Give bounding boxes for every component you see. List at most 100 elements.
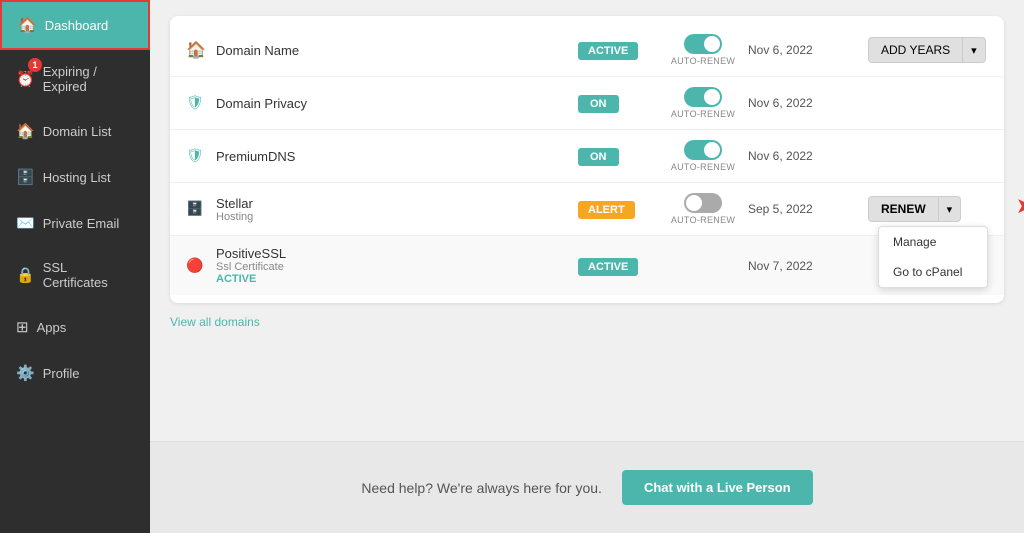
ssl-status-text: ACTIVE <box>216 273 578 285</box>
privacy-name-label: Domain Privacy <box>216 96 307 111</box>
domain-date-col: Nov 6, 2022 <box>748 43 868 57</box>
sidebar-label-profile: Profile <box>43 366 80 381</box>
shield-icon: 🛡 <box>186 94 204 110</box>
ssl-icon: 🔒 <box>16 266 35 284</box>
dashboard-icon: 🏠 <box>18 16 37 34</box>
renew-split-button: RENEW ▾ <box>868 196 961 222</box>
stellar-icon-col: 🗄️ <box>186 200 216 218</box>
view-all-link[interactable]: View all domains <box>170 315 1004 329</box>
sidebar-label-dashboard: Dashboard <box>45 18 109 33</box>
sidebar-item-private-email[interactable]: ✉️ Private Email <box>0 200 150 246</box>
renew-button[interactable]: RENEW <box>868 196 939 222</box>
sidebar-label-hosting-list: Hosting List <box>43 170 111 185</box>
toggle-wrap: AUTO-RENEW <box>671 87 735 119</box>
sidebar-label-private-email: Private Email <box>43 216 120 231</box>
domain-icon-col: 🏠 <box>186 40 216 60</box>
ssl-date: Nov 7, 2022 <box>748 259 813 273</box>
status-badge: ACTIVE <box>578 258 638 276</box>
dns-status-col: ON <box>578 147 658 165</box>
status-badge: ON <box>578 148 619 166</box>
privacy-auto-renew-label: AUTO-RENEW <box>671 109 735 119</box>
table-row: 🗄️ Stellar Hosting ALERT AUTO-RENEW Sep <box>170 183 1004 236</box>
add-years-button[interactable]: ADD YEARS <box>868 37 963 63</box>
privacy-toggle-col: AUTO-RENEW <box>658 87 748 119</box>
hosting-list-icon: 🗄️ <box>16 168 35 186</box>
status-badge: ACTIVE <box>578 42 638 60</box>
dropdown-manage[interactable]: Manage <box>879 227 987 257</box>
table-row: 🏠 Domain Name ACTIVE AUTO-RENEW Nov 6, 2… <box>170 24 1004 77</box>
stellar-date: Sep 5, 2022 <box>748 202 813 216</box>
dns-toggle-col: AUTO-RENEW <box>658 140 748 172</box>
ssl-status-col: ACTIVE <box>578 257 658 275</box>
dns-name-col: PremiumDNS <box>216 149 578 164</box>
add-years-dropdown-button[interactable]: ▾ <box>963 37 986 63</box>
private-email-icon: ✉️ <box>16 214 35 232</box>
profile-icon: ⚙️ <box>16 364 35 382</box>
toggle-wrap: AUTO-RENEW <box>671 193 735 225</box>
sidebar-label-expiring: Expiring / Expired <box>43 64 134 94</box>
status-badge: ON <box>578 95 619 113</box>
auto-renew-toggle[interactable] <box>684 34 722 54</box>
server-icon: 🗄️ <box>186 200 203 216</box>
sidebar-item-ssl-certificates[interactable]: 🔒 SSL Certificates <box>0 246 150 304</box>
ssl-sub-label: Ssl Certificate <box>216 261 578 273</box>
sidebar-item-expiring[interactable]: ⏰ Expiring / Expired 1 <box>0 50 150 108</box>
domain-date: Nov 6, 2022 <box>748 43 813 57</box>
renew-dropdown-menu: Manage Go to cPanel <box>878 226 988 288</box>
privacy-date-col: Nov 6, 2022 <box>748 96 868 110</box>
arrow-icon-1: ➤ <box>1016 193 1024 219</box>
privacy-date: Nov 6, 2022 <box>748 96 813 110</box>
dns-auto-renew-toggle[interactable] <box>684 140 722 160</box>
privacy-auto-renew-toggle[interactable] <box>684 87 722 107</box>
auto-renew-label: AUTO-RENEW <box>671 56 735 66</box>
dropdown-cpanel[interactable]: Go to cPanel <box>879 257 987 287</box>
content-area: 🏠 Domain Name ACTIVE AUTO-RENEW Nov 6, 2… <box>150 0 1024 441</box>
dns-icon-col: 🛡 <box>186 147 216 165</box>
domain-list-icon: 🏠 <box>16 122 35 140</box>
stellar-date-col: Sep 5, 2022 <box>748 202 868 216</box>
main-content: 🏠 Domain Name ACTIVE AUTO-RENEW Nov 6, 2… <box>150 0 1024 533</box>
footer-help-text: Need help? We're always here for you. <box>361 480 602 496</box>
stellar-toggle-col: AUTO-RENEW <box>658 193 748 225</box>
services-card: 🏠 Domain Name ACTIVE AUTO-RENEW Nov 6, 2… <box>170 16 1004 303</box>
stellar-auto-renew-label: AUTO-RENEW <box>671 215 735 225</box>
stellar-action-col: RENEW ▾ Manage Go to cPanel <box>868 196 988 222</box>
add-years-split-button: ADD YEARS ▾ <box>868 37 986 63</box>
domain-name-col: Domain Name <box>216 43 578 58</box>
dns-name-label: PremiumDNS <box>216 149 295 164</box>
sidebar-item-profile[interactable]: ⚙️ Profile <box>0 350 150 396</box>
privacy-icon-col: 🛡 <box>186 94 216 112</box>
ssl-icon-col: 🔴 <box>186 257 216 275</box>
sidebar: 🏠 Dashboard ⏰ Expiring / Expired 1 🏠 Dom… <box>0 0 150 533</box>
ssl-date-col: Nov 7, 2022 <box>748 259 868 273</box>
renew-dropdown-button[interactable]: ▾ <box>939 196 962 222</box>
sidebar-label-apps: Apps <box>37 320 67 335</box>
footer: Need help? We're always here for you. Ch… <box>150 441 1024 533</box>
sidebar-item-dashboard[interactable]: 🏠 Dashboard <box>0 0 150 50</box>
stellar-name-col: Stellar Hosting <box>216 196 578 223</box>
ssl-cert-icon: 🔴 <box>186 257 203 273</box>
domain-action-col: ADD YEARS ▾ <box>868 37 988 63</box>
toggle-wrap: AUTO-RENEW <box>671 34 735 66</box>
sidebar-item-domain-list[interactable]: 🏠 Domain List <box>0 108 150 154</box>
sidebar-item-hosting-list[interactable]: 🗄️ Hosting List <box>0 154 150 200</box>
chat-button[interactable]: Chat with a Live Person <box>622 470 813 505</box>
expiring-badge: 1 <box>28 58 42 72</box>
dns-date-col: Nov 6, 2022 <box>748 149 868 163</box>
domain-toggle-col: AUTO-RENEW <box>658 34 748 66</box>
domain-name-label: Domain Name <box>216 43 299 58</box>
stellar-name-label: Stellar <box>216 196 253 211</box>
domain-status-col: ACTIVE <box>578 41 658 59</box>
stellar-sub-label: Hosting <box>216 211 578 223</box>
privacy-name-col: Domain Privacy <box>216 96 578 111</box>
apps-icon: ⊞ <box>16 318 29 336</box>
expiring-icon: ⏰ <box>16 70 35 88</box>
stellar-auto-renew-toggle[interactable] <box>684 193 722 213</box>
stellar-status-col: ALERT <box>578 200 658 218</box>
dns-auto-renew-label: AUTO-RENEW <box>671 162 735 172</box>
sidebar-label-ssl: SSL Certificates <box>43 260 134 290</box>
table-row: 🛡 Domain Privacy ON AUTO-RENEW Nov 6, 20… <box>170 77 1004 130</box>
sidebar-item-apps[interactable]: ⊞ Apps <box>0 304 150 350</box>
table-row: 🛡 PremiumDNS ON AUTO-RENEW Nov 6, 2022 <box>170 130 1004 183</box>
dns-icon: 🛡 <box>186 147 204 163</box>
